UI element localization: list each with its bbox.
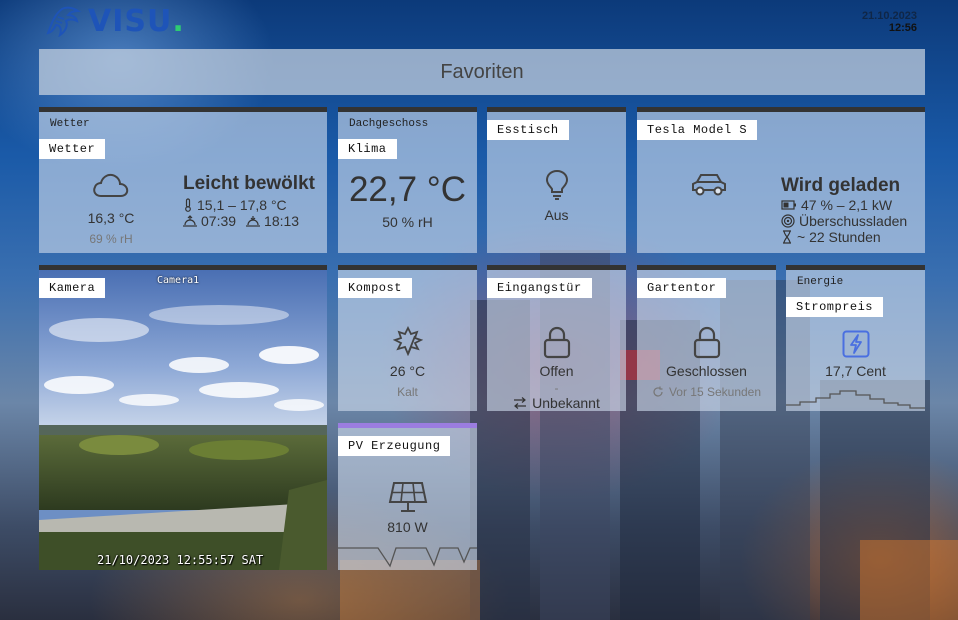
energy-price: 17,7 Cent: [825, 363, 886, 379]
entrance-door-secondary-row: Unbekannt: [487, 395, 626, 411]
tesla-battery-row: 47 % – 2,1 kW: [781, 197, 907, 213]
pv-label: PV Erzeugung: [338, 436, 451, 456]
dining-light-state: Aus: [544, 207, 569, 223]
sunrise-time: 07:39: [201, 213, 237, 229]
weather-temp: 16,3 °C: [87, 210, 135, 226]
garden-gate-updated: Vor 15 Sekunden: [668, 385, 762, 399]
cloud-icon: [93, 173, 129, 197]
sunrise-icon: [183, 215, 197, 227]
lock-open-icon: [543, 326, 570, 359]
current-date: 21.10.2023: [861, 10, 917, 22]
leaf-icon: [392, 326, 423, 356]
tesla-label: Tesla Model S: [637, 120, 758, 140]
battery-icon: [781, 200, 796, 210]
tesla-remaining-row: ~ 22 Stunden: [781, 229, 907, 245]
climate-label: Klima: [338, 139, 397, 159]
header-clock: 21.10.2023 12:56: [862, 10, 917, 34]
weather-temp-range: 15,1 – 17,8 °C: [197, 197, 287, 213]
compost-temp: 26 °C: [389, 363, 426, 379]
weather-tile[interactable]: Wetter Wetter 16,3 °C 69 % rH Leicht bew…: [39, 107, 327, 253]
climate-category: Dachgeschoss: [349, 118, 429, 130]
weather-range-row: 15,1 – 17,8 °C: [183, 197, 315, 213]
hourglass-icon: [783, 230, 791, 244]
dining-light-tile[interactable]: Esstisch Aus: [487, 107, 626, 253]
compost-label: Kompost: [338, 278, 412, 298]
tesla-status: Wird geladen: [781, 175, 901, 196]
pv-production-tile[interactable]: PV Erzeugung 810 W: [338, 423, 477, 570]
camera-label: Kamera: [39, 278, 106, 298]
lightning-icon: [842, 330, 869, 358]
compost-tile[interactable]: Kompost 26 °C Kalt: [338, 265, 477, 411]
entrance-door-secondary: Unbekannt: [532, 395, 600, 411]
entrance-door-label: Eingangstür: [487, 278, 592, 298]
swap-arrows-icon: [514, 397, 527, 409]
entrance-door-state: Offen: [539, 363, 574, 379]
tesla-mode: Überschussladen: [799, 213, 908, 229]
car-icon: [692, 174, 726, 196]
tesla-mode-row: Überschussladen: [781, 213, 907, 229]
camera-timestamp: 21/10/2023 12:55:57 SAT: [97, 553, 264, 567]
tesla-tile[interactable]: Tesla Model S Wird geladen 47 % – 2,1 kW…: [637, 107, 925, 253]
climate-humidity: 50 % rH: [382, 214, 433, 230]
dining-light-label: Esstisch: [487, 120, 569, 140]
entrance-door-tile[interactable]: Eingangstür Offen - Unbekannt: [487, 265, 626, 411]
sunset-time: 18:13: [264, 213, 300, 229]
sunset-icon: [246, 216, 261, 227]
energy-label: Strompreis: [786, 297, 884, 317]
dragon-logo-icon: [46, 6, 82, 37]
entrance-door-dash: -: [554, 381, 559, 395]
weather-humidity: 69 % rH: [89, 232, 133, 246]
pv-power: 810 W: [387, 519, 428, 535]
garden-gate-updated-row: Vor 15 Sekunden: [637, 385, 776, 399]
camera-image[interactable]: [39, 270, 327, 570]
weather-sun-row: 07:39 18:13: [183, 213, 315, 229]
tesla-battery: 47 % – 2,1 kW: [801, 197, 893, 213]
current-time: 12:56: [888, 22, 917, 34]
garden-gate-label: Gartentor: [637, 278, 727, 298]
garden-gate-state: Geschlossen: [666, 363, 747, 379]
tesla-remaining: ~ 22 Stunden: [797, 229, 881, 245]
energy-category: Energie: [797, 276, 844, 288]
energy-price-tile[interactable]: Energie Strompreis 17,7 Cent: [786, 265, 925, 411]
thermometer-icon: [185, 198, 191, 212]
climate-temp: 22,7 °C: [348, 170, 467, 209]
app-logo[interactable]: VISU.: [44, 3, 185, 39]
garden-gate-tile[interactable]: Gartentor Geschlossen Vor 15 Sekunden: [637, 265, 776, 411]
favorites-title: Favoriten: [440, 60, 524, 83]
weather-condition: Leicht bewölkt: [183, 173, 315, 194]
compost-state: Kalt: [397, 385, 418, 399]
climate-tile[interactable]: Dachgeschoss Klima 22,7 °C 50 % rH: [338, 107, 477, 253]
camera-tile[interactable]: Kamera Camera1 21/10/2023 12:55:57 SAT: [39, 265, 327, 570]
lock-closed-icon: [693, 326, 720, 359]
price-sparkline: [786, 390, 925, 409]
weather-label: Wetter: [39, 139, 106, 159]
target-icon: [781, 214, 795, 228]
camera-overlay-name: Camera1: [157, 275, 200, 286]
favorites-header: Favoriten: [39, 49, 925, 95]
refresh-icon: [653, 386, 663, 397]
lightbulb-icon: [545, 169, 568, 200]
pv-sparkline: [338, 547, 477, 568]
logo-text: VISU.: [88, 3, 185, 39]
solar-panel-icon: [388, 482, 427, 512]
weather-category: Wetter: [50, 118, 90, 130]
